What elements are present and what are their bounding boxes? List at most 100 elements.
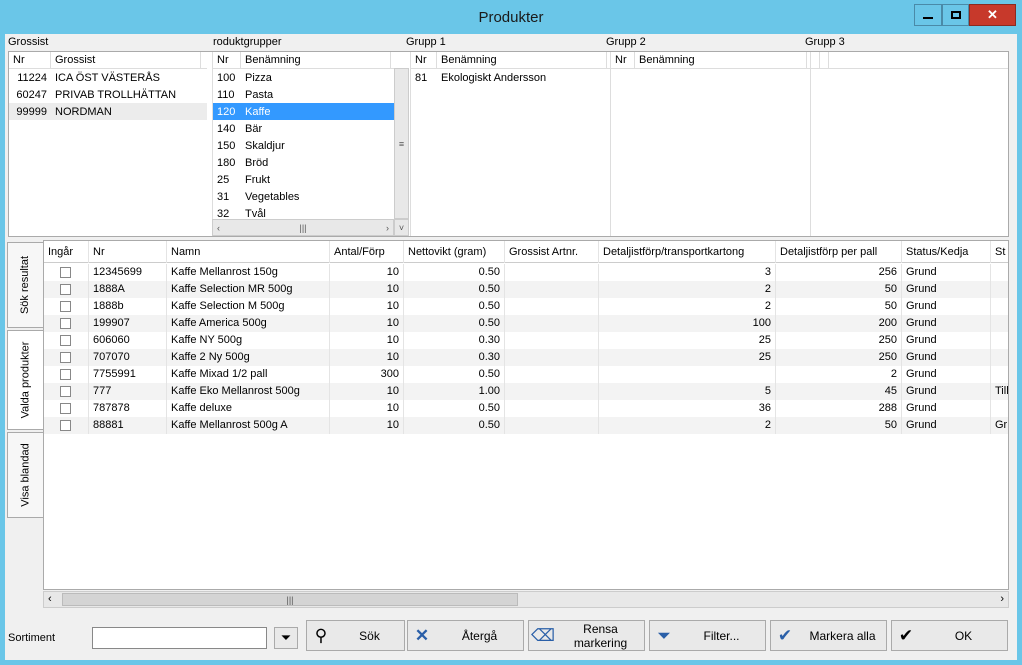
list-item[interactable]: 100 Pizza: [213, 69, 394, 86]
table-cell-namn: Kaffe Mellanrost 500g A: [167, 417, 330, 434]
maximize-button[interactable]: [942, 4, 969, 26]
markera-alla-button[interactable]: ✔ Markera alla: [770, 620, 887, 651]
ingar-checkbox[interactable]: [60, 419, 71, 431]
funnel-icon: ⏷: [280, 630, 292, 645]
col-header-nr[interactable]: Nr: [89, 241, 167, 263]
col-header-nettovikt[interactable]: Nettovikt (gram): [404, 241, 505, 263]
table-cell-vikt: 0.50: [404, 281, 505, 298]
filter-button[interactable]: ⏷ Filter...: [649, 620, 766, 651]
table-row[interactable]: 707070 Kaffe 2 Ny 500g 10 0.30 25 250 Grund: [44, 349, 1008, 366]
minimize-button[interactable]: [914, 4, 942, 26]
col-header-nr[interactable]: Nr: [411, 52, 437, 68]
produktgrupp-hscrollbar[interactable]: ‹ ||| ›: [212, 219, 394, 236]
list-item[interactable]: 32 Tvål: [213, 205, 394, 220]
scroll-grip-icon: ≡: [398, 138, 405, 149]
list-item[interactable]: 110 Pasta: [213, 86, 394, 103]
ingar-checkbox[interactable]: [60, 300, 71, 312]
ingar-checkbox[interactable]: [60, 402, 71, 414]
col-header-detaljist-transport[interactable]: Detaljistförp/transportkartong: [599, 241, 776, 263]
table-row[interactable]: 1888b Kaffe Selection M 500g 10 0.50 2 50 Grun…: [44, 298, 1008, 315]
produktgrupp-list[interactable]: Nr Benämning 100 Pizza 110 Pasta 120 Kaffe …: [212, 52, 394, 219]
ingar-checkbox[interactable]: [60, 317, 71, 329]
col-header-namn[interactable]: Namn: [167, 241, 330, 263]
table-cell-vikt: 0.50: [404, 298, 505, 315]
grid-header: Ingår Nr Namn Antal/Förp Nettovikt (gram…: [44, 241, 1008, 263]
grupp3-list[interactable]: [810, 52, 1008, 236]
table-cell-pall: 2: [776, 366, 902, 383]
grid-hscrollbar[interactable]: ‹ ||| ›: [43, 591, 1009, 608]
list-item[interactable]: 31 Vegetables: [213, 188, 394, 205]
close-button[interactable]: ✕: [969, 4, 1016, 26]
col-header-benamning[interactable]: Benämning: [241, 52, 391, 68]
col-header-nr[interactable]: Nr: [9, 52, 51, 68]
ingar-checkbox[interactable]: [60, 283, 71, 295]
table-cell-pall: 250: [776, 332, 902, 349]
grupp1-list[interactable]: Nr Benämning 81 Ekologiskt Andersson: [410, 52, 610, 236]
grupp2-list[interactable]: Nr Benämning: [610, 52, 810, 236]
atergå-button[interactable]: ✕ Återgå: [407, 620, 524, 651]
table-row[interactable]: 7755991 Kaffe Mixad 1/2 pall 300 0.50 2 Grund: [44, 366, 1008, 383]
ingar-checkbox[interactable]: [60, 351, 71, 363]
col-header-ingar[interactable]: Ingår: [44, 241, 89, 263]
list-item[interactable]: 81 Ekologiskt Andersson: [411, 69, 610, 86]
table-row[interactable]: 12345699 Kaffe Mellanrost 150g 10 0.50 3 256 G…: [44, 264, 1008, 281]
rensa-markering-button[interactable]: ⌫ Rensa markering: [528, 620, 645, 651]
table-cell-namn: Kaffe NY 500g: [167, 332, 330, 349]
col-header-benamning[interactable]: Benämning: [635, 52, 807, 68]
title-bar: Produkter ✕: [0, 0, 1022, 34]
sortiment-input[interactable]: [92, 627, 267, 649]
col-header-grossist-artnr[interactable]: Grossist Artnr.: [505, 241, 599, 263]
grupp3-label: Grupp 3: [805, 36, 845, 48]
produktgrupp-vscrollbar[interactable]: ≡: [394, 68, 409, 219]
col-header-benamning[interactable]: Benämning: [437, 52, 607, 68]
table-cell-dtk: 2: [599, 417, 776, 434]
list-item[interactable]: 11224 ICA ÖST VÄSTERÅS: [9, 69, 207, 86]
ok-button[interactable]: ✔ OK: [891, 620, 1008, 651]
list-item[interactable]: 140 Bär: [213, 120, 394, 137]
table-cell-dtk: 5: [599, 383, 776, 400]
table-cell-pall: 45: [776, 383, 902, 400]
table-row[interactable]: 88881 Kaffe Mellanrost 500g A 10 0.50 2 50 Gru…: [44, 417, 1008, 434]
tab-valda-produkter[interactable]: Valda produkter: [7, 330, 43, 430]
grossist-list[interactable]: Nr Grossist 11224 ICA ÖST VÄSTERÅS 60247 P…: [9, 52, 207, 236]
tab-sok-resultat[interactable]: Sök resultat: [7, 242, 43, 328]
col-header-grossist[interactable]: Grossist: [51, 52, 201, 68]
list-item[interactable]: 99999 NORDMAN: [9, 103, 207, 120]
list-item[interactable]: 60247 PRIVAB TROLLHÄTTAN: [9, 86, 207, 103]
sortiment-filter-button[interactable]: ⏷: [274, 627, 298, 649]
product-grid[interactable]: Ingår Nr Namn Antal/Förp Nettovikt (gram…: [43, 240, 1009, 590]
ingar-checkbox[interactable]: [60, 334, 71, 346]
table-row[interactable]: 1888A Kaffe Selection MR 500g 10 0.50 2 50 Gru…: [44, 281, 1008, 298]
table-row[interactable]: 199907 Kaffe America 500g 10 0.50 100 200 Grun…: [44, 315, 1008, 332]
list-item[interactable]: 150 Skaldjur: [213, 137, 394, 154]
chevron-left-icon[interactable]: ‹: [217, 223, 220, 233]
sok-button[interactable]: ⚲ Sök: [306, 620, 405, 651]
ingar-checkbox[interactable]: [60, 385, 71, 397]
col-header-empty[interactable]: [820, 52, 829, 68]
list-item[interactable]: 25 Frukt: [213, 171, 394, 188]
vertical-tabs: Sök resultat Valda produkter Visa blanda…: [5, 240, 43, 620]
col-header-antal[interactable]: Antal/Förp: [330, 241, 404, 263]
col-header-detaljist-pall[interactable]: Detaljistförp per pall: [776, 241, 902, 263]
table-cell-antal: 10: [330, 349, 404, 366]
table-cell-vikt: 0.50: [404, 264, 505, 281]
col-header-status-kedja[interactable]: Status/Kedja: [902, 241, 991, 263]
ingar-checkbox[interactable]: [60, 368, 71, 380]
table-row[interactable]: 606060 Kaffe NY 500g 10 0.30 25 250 Grund: [44, 332, 1008, 349]
produktgrupp-scroll-down[interactable]: ˅: [394, 219, 409, 236]
list-item[interactable]: 180 Bröd: [213, 154, 394, 171]
tab-visa-blandad[interactable]: Visa blandad: [7, 432, 43, 518]
scroll-thumb[interactable]: |||: [62, 593, 518, 606]
list-item-selected[interactable]: 120 Kaffe: [213, 103, 394, 120]
table-row[interactable]: 787878 Kaffe deluxe 10 0.50 36 288 Grund: [44, 400, 1008, 417]
col-header-empty[interactable]: [811, 52, 820, 68]
col-header-nr[interactable]: Nr: [213, 52, 241, 68]
chevron-right-icon[interactable]: ›: [386, 223, 389, 233]
chevron-right-icon[interactable]: ›: [1000, 593, 1004, 605]
table-cell-dtk: 36: [599, 400, 776, 417]
chevron-left-icon[interactable]: ‹: [48, 593, 52, 605]
table-row[interactable]: 777 Kaffe Eko Mellanrost 500g 10 1.00 5 45 Gru…: [44, 383, 1008, 400]
col-header-st[interactable]: St: [991, 241, 1008, 263]
col-header-nr[interactable]: Nr: [611, 52, 635, 68]
ingar-checkbox[interactable]: [60, 266, 71, 278]
